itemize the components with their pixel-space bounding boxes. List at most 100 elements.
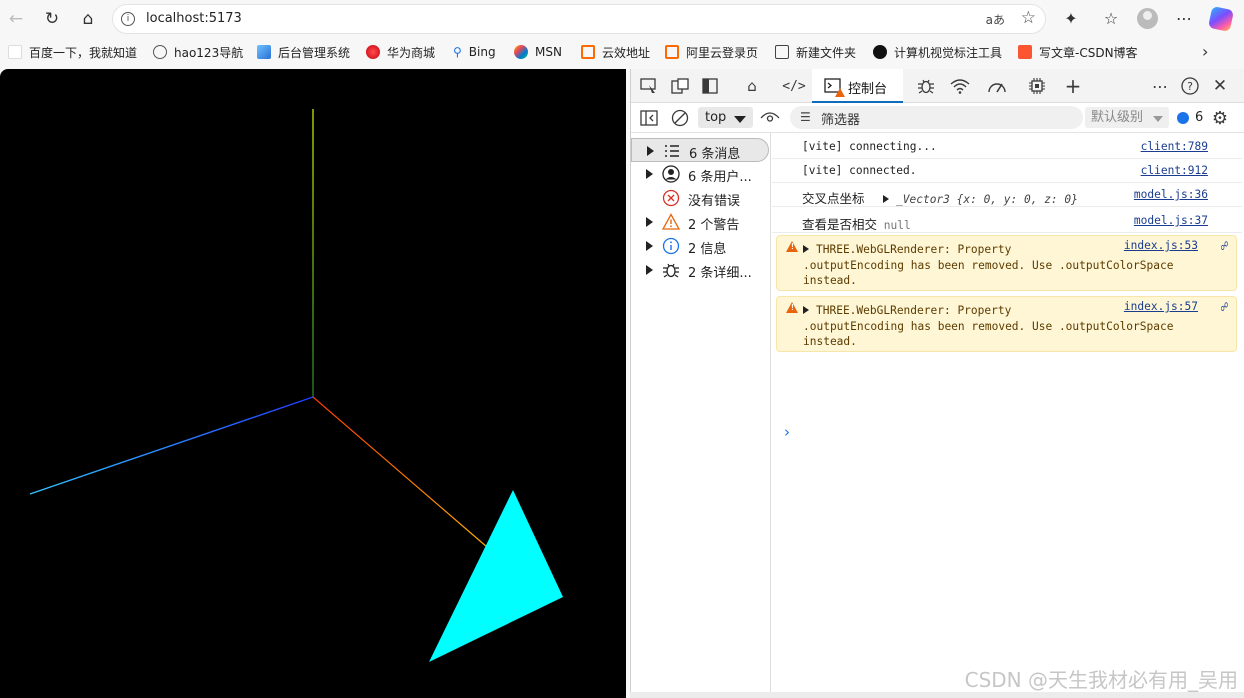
search-issue-icon[interactable]: ☍ (1221, 239, 1228, 253)
bookmark-label: 阿里云登录页 (686, 45, 759, 60)
message-count-badge[interactable]: 6 (1177, 110, 1203, 125)
site-info-icon[interactable]: i (121, 12, 135, 26)
elements-tab-icon[interactable]: </> (782, 74, 806, 98)
memory-chip-icon[interactable] (1025, 74, 1049, 98)
close-icon[interactable]: ✕ (1208, 74, 1232, 98)
copilot-icon[interactable] (1207, 5, 1235, 33)
expand-arrow-icon[interactable] (646, 265, 653, 275)
filter-input[interactable]: ☰ 筛选器 (790, 106, 1083, 129)
bookmark-item[interactable]: hao123导航 (153, 43, 243, 61)
context-select[interactable]: top (698, 107, 753, 128)
profile-icon[interactable] (1137, 8, 1158, 29)
bookmark-label: 新建文件夹 (796, 45, 857, 60)
sidebar-item-info[interactable]: 2 信息 (631, 234, 769, 258)
extensions-icon[interactable]: ✦ (1059, 7, 1083, 31)
expand-arrow-icon[interactable] (803, 245, 809, 253)
log-source-link[interactable]: index.js:53 (1124, 239, 1198, 252)
tab-console[interactable]: 控制台 (812, 69, 903, 103)
log-source-link[interactable]: client:789 (1141, 140, 1208, 153)
svg-text:?: ? (1187, 80, 1193, 93)
log-level-select[interactable]: 默认级别 (1085, 107, 1169, 128)
sidebar-toggle-icon[interactable] (637, 106, 661, 130)
log-message: 交叉点坐标 _Vector3 {x: 0, y: 0, z: 0} (802, 188, 1078, 207)
cyan-triangle-mesh[interactable] (429, 490, 563, 662)
bookmark-item[interactable]: 百度一下，我就知道 (8, 43, 137, 61)
expand-arrow-icon[interactable] (646, 217, 653, 227)
expand-arrow-icon[interactable] (646, 169, 653, 179)
bookmark-label: 后台管理系统 (278, 45, 351, 60)
address-bar[interactable]: i localhost:5173 aあ ☆ (112, 4, 1046, 34)
read-aloud-icon[interactable]: aあ (986, 11, 1005, 28)
log-value: null (883, 219, 911, 232)
warning-entry: THREE.WebGLRenderer: Property .outputEnc… (776, 235, 1237, 291)
bookmark-item[interactable]: 阿里云登录页 (665, 43, 758, 61)
help-icon[interactable]: ? (1178, 74, 1202, 98)
bookmark-item[interactable]: 新建文件夹 (775, 43, 856, 61)
network-wifi-icon[interactable] (948, 74, 972, 98)
bookmark-item[interactable]: 华为商城 (366, 43, 435, 61)
console-log: [vite] connecting... client:789 [vite] c… (772, 133, 1244, 698)
add-tab-icon[interactable]: + (1061, 74, 1085, 98)
filter-placeholder: 筛选器 (821, 113, 861, 128)
bookmark-item[interactable]: 计算机视觉标注工具 (873, 43, 1002, 61)
user-icon (662, 165, 680, 183)
bookmark-item[interactable]: 后台管理系统 (257, 43, 350, 61)
favorite-star-icon[interactable]: ☆ (1021, 8, 1036, 28)
bookmark-label: hao123导航 (174, 45, 244, 60)
log-source-link[interactable]: client:912 (1141, 164, 1208, 177)
sidebar-item-label: 2 个警告 (688, 218, 740, 233)
message-count: 6 (1195, 110, 1204, 125)
expand-arrow-icon[interactable] (883, 195, 890, 203)
device-emulation-icon[interactable] (668, 74, 692, 98)
log-message: [vite] connected. (802, 164, 917, 177)
log-entry: 查看是否相交 null model.js:37 (772, 209, 1242, 233)
devtools-tabbar: ⌂ </> 控制台 + ⋯ ? ✕ (631, 69, 1244, 103)
message-bubble-icon (1177, 111, 1189, 124)
performance-gauge-icon[interactable] (985, 74, 1009, 98)
log-source-link[interactable]: model.js:37 (1134, 214, 1208, 227)
sidebar-item-user-messages[interactable]: 6 条用户... (631, 162, 769, 186)
log-object-preview[interactable]: _Vector3 {x: 0, y: 0, z: 0} (896, 193, 1078, 206)
log-entry: [vite] connected. client:912 (772, 159, 1242, 183)
warning-line: .outputEncoding has been removed. Use .o… (803, 319, 1174, 333)
warning-line: instead. (803, 335, 857, 348)
back-icon[interactable]: ← (3, 6, 29, 32)
webgl-canvas[interactable] (0, 69, 626, 698)
expand-arrow-icon[interactable] (647, 146, 654, 156)
bookmark-item[interactable]: MSN (514, 43, 562, 61)
info-icon (662, 237, 680, 255)
sidebar-item-messages[interactable]: 6 条消息 (631, 138, 769, 162)
chevron-right-icon[interactable]: › (1202, 42, 1208, 61)
home-icon[interactable]: ⌂ (75, 6, 101, 32)
tab-console-label: 控制台 (848, 82, 888, 97)
live-expression-eye-icon[interactable] (758, 106, 782, 130)
welcome-home-icon[interactable]: ⌂ (740, 74, 764, 98)
clear-console-icon[interactable] (668, 106, 692, 130)
sidebar-item-errors[interactable]: 没有错误 (631, 186, 769, 210)
console-settings-gear-icon[interactable]: ⚙ (1208, 106, 1232, 130)
expand-arrow-icon[interactable] (646, 241, 653, 251)
inspect-element-icon[interactable] (637, 74, 661, 98)
bookmark-item[interactable]: ⚲ Bing (453, 43, 496, 61)
browser-toolbar: ← ↻ ⌂ i localhost:5173 aあ ☆ ✦ ☆ ⋯ (0, 0, 1244, 38)
more-icon[interactable]: ⋯ (1172, 7, 1196, 31)
console-prompt-chevron-icon[interactable]: › (784, 423, 790, 441)
sidebar-item-warnings[interactable]: 2 个警告 (631, 210, 769, 234)
dock-side-icon[interactable] (698, 74, 722, 98)
log-source-link[interactable]: index.js:57 (1124, 300, 1198, 313)
refresh-icon[interactable]: ↻ (39, 6, 65, 32)
favorites-icon[interactable]: ☆ (1099, 7, 1123, 31)
sidebar-item-label: 没有错误 (688, 194, 741, 209)
bug-icon[interactable] (914, 74, 938, 98)
warning-entry: THREE.WebGLRenderer: Property .outputEnc… (776, 296, 1237, 352)
sidebar-item-verbose[interactable]: 2 条详细... (631, 258, 769, 282)
log-message: 查看是否相交 null (802, 214, 911, 233)
devtools-panel: ⌂ </> 控制台 + ⋯ ? ✕ top ☰ 筛选器 默认级别 6 ⚙ 6 条… (630, 69, 1244, 698)
expand-arrow-icon[interactable] (803, 306, 809, 314)
log-source-link[interactable]: model.js:36 (1134, 188, 1208, 201)
more-tools-icon[interactable]: ⋯ (1148, 74, 1172, 98)
bookmark-item[interactable]: 写文章-CSDN博客 (1018, 43, 1138, 61)
address-url[interactable]: localhost:5173 (146, 11, 242, 26)
bookmark-item[interactable]: 云效地址 (581, 43, 650, 61)
search-issue-icon[interactable]: ☍ (1221, 300, 1228, 314)
